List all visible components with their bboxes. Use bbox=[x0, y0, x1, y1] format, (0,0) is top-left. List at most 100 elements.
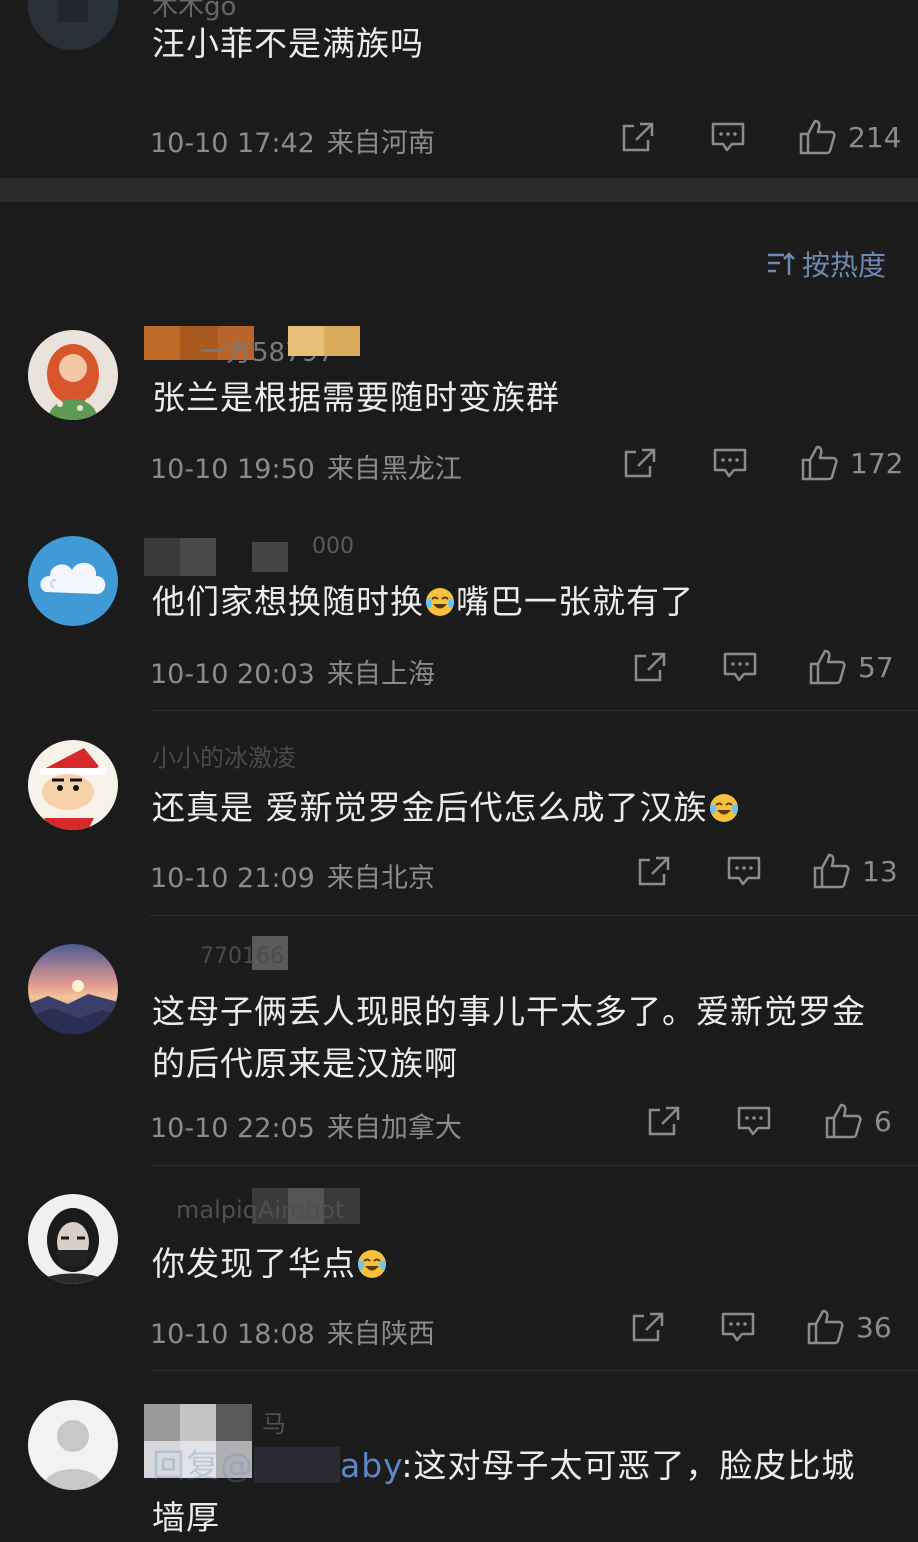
like-button[interactable]: 214 bbox=[798, 118, 901, 156]
comment-text-part: 还真是 爱新觉罗金后代怎么成了汉族 bbox=[152, 788, 708, 827]
like-count: 57 bbox=[858, 650, 894, 684]
like-button[interactable]: 13 bbox=[812, 852, 898, 890]
comment-text: 汪小菲不是满族吗 bbox=[152, 24, 424, 63]
username[interactable]: 马 bbox=[262, 1404, 286, 1439]
like-button[interactable]: 6 bbox=[824, 1102, 892, 1140]
comment-time: 10-10 19:50 bbox=[150, 454, 315, 485]
comment-meta: 10-10 22:05 来自加拿大 bbox=[150, 1106, 462, 1145]
share-icon bbox=[638, 856, 670, 886]
comment-text: 这母子俩丢人现眼的事儿干太多了。爱新觉罗金的后代原来是汉族啊 bbox=[152, 992, 866, 1083]
comment-text-part: 他们家想换随时换 bbox=[152, 582, 424, 621]
thumbs-up-icon bbox=[809, 649, 846, 685]
like-count: 6 bbox=[874, 1104, 892, 1138]
sort-icon bbox=[767, 252, 795, 275]
comment-meta: 10-10 21:09 来自北京 bbox=[150, 856, 435, 895]
thumbs-up-icon bbox=[799, 119, 836, 155]
comment-divider bbox=[150, 710, 918, 711]
comment-text: 张兰是根据需要随时变族群 bbox=[152, 378, 560, 417]
comment-meta: 10-10 19:50 来自黑龙江 bbox=[150, 447, 462, 486]
like-count: 13 bbox=[862, 854, 898, 888]
username[interactable]: 770166 bbox=[200, 944, 284, 969]
comment-divider bbox=[150, 915, 918, 916]
comment-icon bbox=[721, 1312, 755, 1342]
comment-time: 10-10 20:03 bbox=[150, 659, 315, 690]
comment-divider bbox=[150, 1165, 918, 1166]
like-count: 214 bbox=[848, 120, 902, 154]
comment-time: 10-10 18:08 bbox=[150, 1319, 315, 1350]
comment-location: 来自黑龙江 bbox=[326, 454, 462, 485]
like-count: 36 bbox=[856, 1310, 892, 1344]
comment-text-part: 你发现了华点 bbox=[152, 1244, 356, 1283]
thumbs-up-icon bbox=[801, 445, 838, 481]
comment-item[interactable]: 木木go 汪小菲不是满族吗 10-10 17:42 来自河南 214 bbox=[0, 0, 918, 178]
avatar[interactable] bbox=[28, 536, 118, 626]
like-count: 172 bbox=[850, 446, 904, 480]
comment-meta: 10-10 17:42 来自河南 bbox=[150, 121, 435, 160]
badge-mosaic bbox=[288, 326, 360, 356]
comment-time: 10-10 17:42 bbox=[150, 128, 315, 159]
like-button[interactable]: 172 bbox=[800, 444, 903, 482]
like-button[interactable]: 57 bbox=[808, 648, 894, 686]
section-divider bbox=[0, 178, 918, 202]
comment-location: 来自上海 bbox=[326, 659, 435, 690]
comment-location: 来自陕西 bbox=[326, 1319, 435, 1350]
avatar[interactable] bbox=[28, 944, 118, 1034]
laugh-cry-emoji-icon bbox=[426, 588, 454, 616]
share-button[interactable] bbox=[622, 446, 658, 480]
thumbs-up-icon bbox=[825, 1103, 862, 1139]
comment-divider bbox=[150, 1370, 918, 1371]
reply-button[interactable] bbox=[712, 446, 748, 480]
comment-time: 10-10 21:09 bbox=[150, 863, 315, 894]
reply-prefix[interactable]: 回复@ bbox=[152, 1446, 254, 1485]
share-button[interactable] bbox=[632, 650, 668, 684]
avatar[interactable] bbox=[28, 1194, 118, 1284]
share-icon bbox=[622, 122, 654, 152]
comment-text: 还真是 爱新觉罗金后代怎么成了汉族 bbox=[152, 782, 888, 834]
reply-button[interactable] bbox=[710, 120, 746, 154]
thumbs-up-icon bbox=[807, 1309, 844, 1345]
share-icon bbox=[624, 448, 656, 478]
avatar[interactable] bbox=[28, 330, 118, 420]
sort-toggle[interactable]: 按热度 bbox=[766, 244, 886, 284]
username-mosaic bbox=[144, 538, 216, 576]
like-button[interactable]: 36 bbox=[806, 1308, 892, 1346]
laugh-cry-emoji-icon bbox=[358, 1250, 386, 1278]
comment-time: 10-10 22:05 bbox=[150, 1113, 315, 1144]
comment-text: 你发现了华点 bbox=[152, 1238, 888, 1290]
comment-icon bbox=[711, 122, 745, 152]
avatar[interactable] bbox=[28, 740, 118, 830]
share-button[interactable] bbox=[636, 854, 672, 888]
reply-button[interactable] bbox=[720, 1310, 756, 1344]
username-mosaic bbox=[252, 542, 288, 572]
share-button[interactable] bbox=[630, 1310, 666, 1344]
share-icon bbox=[632, 1312, 664, 1342]
comment-text: 他们家想换随时换 嘴巴一张就有了 bbox=[152, 576, 888, 628]
comment-icon bbox=[723, 652, 757, 682]
reply-button[interactable] bbox=[722, 650, 758, 684]
comment-location: 来自河南 bbox=[326, 128, 435, 159]
username[interactable]: 000 bbox=[312, 534, 354, 559]
avatar[interactable] bbox=[28, 0, 118, 50]
reply-handle-link[interactable]: aby bbox=[340, 1446, 401, 1485]
handle-mosaic bbox=[254, 1447, 340, 1483]
username[interactable]: malpiqAirobot bbox=[176, 1196, 344, 1224]
comment-meta: 10-10 20:03 来自上海 bbox=[150, 652, 435, 691]
comment-text: 回复@ aby:这对母子太可恶了，脸皮比城墙厚 bbox=[152, 1440, 888, 1542]
avatar[interactable] bbox=[28, 1400, 118, 1490]
comment-location: 来自加拿大 bbox=[326, 1113, 462, 1144]
username[interactable]: 小小的冰激凌 bbox=[152, 738, 296, 773]
comment-icon bbox=[713, 448, 747, 478]
sort-label: 按热度 bbox=[801, 249, 886, 282]
share-button[interactable] bbox=[646, 1104, 682, 1138]
comment-text-part: 嘴巴一张就有了 bbox=[456, 582, 694, 621]
reply-button[interactable] bbox=[726, 854, 762, 888]
comment-icon bbox=[727, 856, 761, 886]
laugh-cry-emoji-icon bbox=[709, 794, 738, 822]
share-icon bbox=[648, 1106, 680, 1136]
comment-meta: 10-10 18:08 来自陕西 bbox=[150, 1312, 435, 1351]
thumbs-up-icon bbox=[813, 853, 850, 889]
comment-icon bbox=[737, 1106, 771, 1136]
comment-location: 来自北京 bbox=[326, 863, 435, 894]
reply-button[interactable] bbox=[736, 1104, 772, 1138]
share-button[interactable] bbox=[620, 120, 656, 154]
